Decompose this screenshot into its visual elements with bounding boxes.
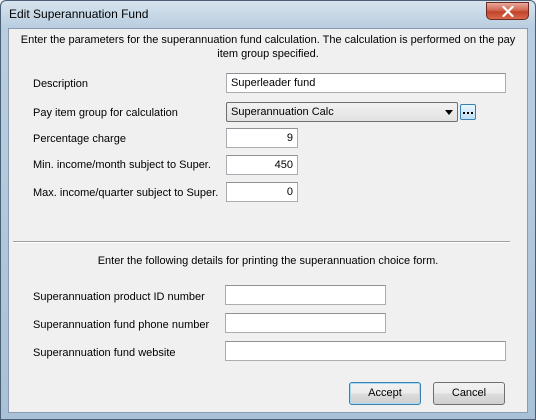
fund-website-input[interactable]	[225, 341, 506, 361]
parameters-intro-text: Enter the parameters for the superannuat…	[20, 34, 516, 60]
pay-item-group-dropdown[interactable]: Superannuation Calc	[226, 102, 458, 122]
pay-item-group-label: Pay item group for calculation	[33, 107, 178, 119]
section-divider	[13, 241, 510, 243]
description-input[interactable]: Superleader fund	[226, 73, 506, 93]
percentage-charge-label: Percentage charge	[33, 133, 126, 145]
percentage-charge-input[interactable]: 9	[226, 128, 298, 148]
browse-pay-item-group-button[interactable]	[460, 104, 476, 120]
dialog-window: Edit Superannuation Fund Enter the param…	[0, 0, 536, 420]
fund-phone-label: Superannuation fund phone number	[33, 319, 210, 331]
min-income-label: Min. income/month subject to Super.	[33, 159, 211, 171]
dialog-client-area: Enter the parameters for the superannuat…	[8, 28, 528, 413]
max-income-input[interactable]: 0	[226, 182, 298, 202]
max-income-label: Max. income/quarter subject to Super.	[33, 187, 219, 199]
fund-website-label: Superannuation fund website	[33, 347, 176, 359]
window-title: Edit Superannuation Fund	[9, 7, 149, 21]
ellipsis-icon	[463, 112, 473, 114]
description-label: Description	[33, 78, 89, 90]
pay-item-group-selected-value: Superannuation Calc	[231, 106, 334, 118]
close-icon	[502, 6, 514, 17]
cancel-button[interactable]: Cancel	[433, 382, 505, 405]
product-id-input[interactable]	[225, 285, 386, 305]
choice-form-intro-text: Enter the following details for printing…	[97, 255, 439, 267]
fund-phone-input[interactable]	[225, 313, 386, 333]
product-id-label: Superannuation product ID number	[33, 291, 205, 303]
accept-button[interactable]: Accept	[349, 382, 421, 405]
title-bar[interactable]: Edit Superannuation Fund	[1, 1, 535, 29]
chevron-down-icon	[445, 110, 453, 115]
close-button[interactable]	[486, 2, 529, 20]
min-income-input[interactable]: 450	[226, 155, 298, 175]
